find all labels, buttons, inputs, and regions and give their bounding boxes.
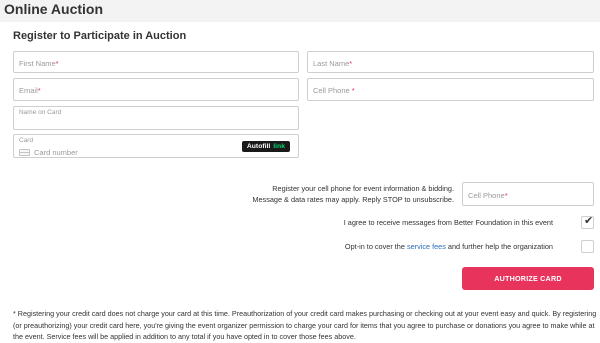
receive-messages-checkbox[interactable]: ✔ (581, 215, 594, 229)
sms-cell-phone-field[interactable]: Cell Phone* (462, 182, 594, 206)
receive-messages-label: I agree to receive messages from Better … (343, 218, 553, 227)
checkmark-icon: ✔ (584, 215, 594, 227)
cover-fees-prefix: Opt-in to cover the (344, 242, 405, 251)
required-mark: * (351, 86, 355, 95)
sms-info-text: Register your cell phone for event infor… (240, 183, 454, 205)
service-fees-link[interactable]: service fees (407, 242, 446, 251)
autofill-label: Autofill (246, 143, 271, 150)
required-mark: * (55, 59, 59, 68)
name-on-card-field[interactable]: Name on Card (13, 106, 299, 130)
required-mark: * (349, 59, 353, 68)
registration-panel: Register to Participate in Auction First… (0, 22, 600, 343)
first-name-field[interactable]: First Name* (13, 51, 299, 73)
sms-cell-phone-placeholder: Cell Phone* (468, 191, 508, 200)
page-title: Online Auction (4, 1, 104, 17)
link-logo: link (273, 143, 285, 150)
last-name-placeholder: Last Name* (313, 59, 353, 68)
card-number-row: Card number (19, 148, 78, 157)
email-placeholder: Email* (19, 86, 41, 95)
name-on-card-label: Name on Card (19, 109, 62, 116)
required-mark: * (37, 86, 41, 95)
cover-fees-suffix: and further help the organization (447, 242, 553, 251)
required-mark: * (504, 191, 508, 200)
cell-phone-field[interactable]: Cell Phone * (307, 78, 594, 101)
card-field[interactable]: Card Card number Autofill link (13, 134, 299, 158)
disclaimer-text: * Registering your credit card does not … (13, 309, 597, 341)
authorize-card-button[interactable]: AUTHORIZE CARD (462, 267, 594, 290)
sms-info-line-1: Register your cell phone for event infor… (272, 184, 454, 193)
cell-phone-placeholder: Cell Phone * (313, 86, 355, 95)
email-field[interactable]: Email* (13, 78, 299, 101)
credit-card-icon (19, 149, 30, 156)
cover-fees-checkbox[interactable] (581, 240, 594, 253)
cover-fees-label: Opt-in to cover the service fees and fur… (345, 242, 553, 251)
sms-info-line-2: Message & data rates may apply. Reply ST… (252, 195, 454, 204)
card-number-placeholder: Card number (34, 148, 78, 157)
first-name-placeholder: First Name* (19, 59, 59, 68)
card-label: Card (19, 137, 34, 144)
section-title: Register to Participate in Auction (13, 30, 187, 42)
autofill-link-button[interactable]: Autofill link (241, 141, 290, 152)
last-name-field[interactable]: Last Name* (307, 51, 594, 73)
